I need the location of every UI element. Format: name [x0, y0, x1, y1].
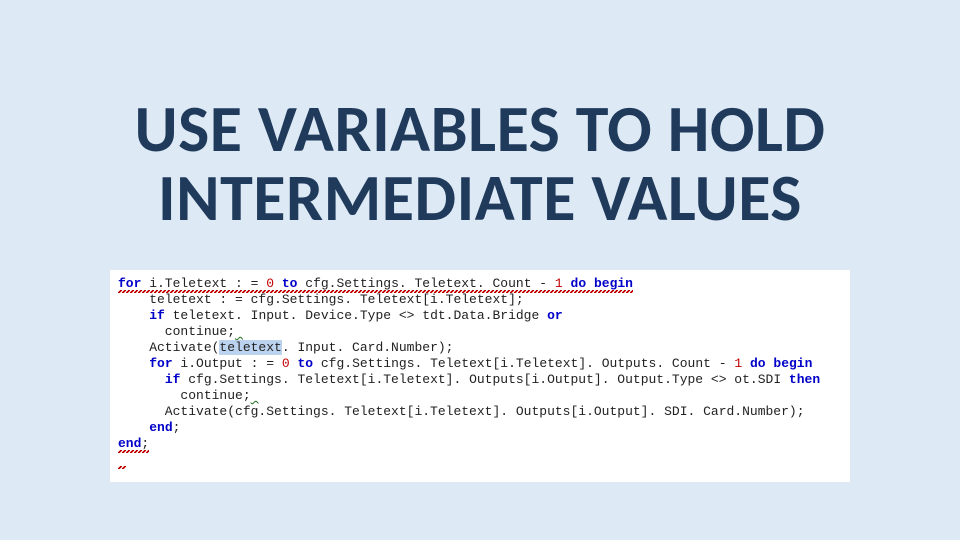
- code-line-2: teletext : = cfg.Settings. Teletext[i.Te…: [118, 292, 524, 307]
- code-line-1: for i.Teletext : = 0 to cfg.Settings. Te…: [118, 276, 633, 291]
- code-line-10: end;: [118, 420, 180, 435]
- code-line-4: continue;: [118, 324, 243, 339]
- keyword-to: to: [297, 356, 313, 371]
- keyword-if: if: [165, 372, 181, 387]
- code-line-3: if teletext. Input. Device.Type <> tdt.D…: [118, 308, 563, 323]
- code-line-6: for i.Output : = 0 to cfg.Settings. Tele…: [118, 356, 812, 371]
- keyword-begin: begin: [594, 276, 633, 291]
- keyword-for: for: [118, 276, 141, 291]
- code-line-12: [118, 452, 126, 467]
- code-line-5: Activate(teletext. Input. Card.Number);: [118, 340, 453, 355]
- keyword-end: end: [118, 436, 141, 451]
- spellcheck-squiggle: [251, 388, 259, 403]
- keyword-begin: begin: [773, 356, 812, 371]
- keyword-if: if: [149, 308, 165, 323]
- keyword-or: or: [547, 308, 563, 323]
- keyword-do: do: [750, 356, 766, 371]
- keyword-end: end: [149, 420, 172, 435]
- keyword-do: do: [571, 276, 587, 291]
- code-line-7: if cfg.Settings. Teletext[i.Teletext]. O…: [118, 372, 820, 387]
- slide-title: USE VARIABLES TO HOLD INTERMEDIATE VALUE…: [0, 0, 960, 233]
- code-line-8: continue;: [118, 388, 258, 403]
- keyword-then: then: [789, 372, 820, 387]
- code-line-9: Activate(cfg.Settings. Teletext[i.Telete…: [118, 404, 805, 419]
- code-line-11: end;: [118, 436, 149, 451]
- spellcheck-squiggle: [235, 324, 243, 339]
- slide: USE VARIABLES TO HOLD INTERMEDIATE VALUE…: [0, 0, 960, 540]
- title-line-2: INTERMEDIATE VALUES: [0, 163, 960, 232]
- highlighted-text: teletext: [219, 340, 281, 355]
- keyword-for: for: [149, 356, 172, 371]
- title-line-1: USE VARIABLES TO HOLD: [0, 94, 960, 163]
- keyword-to: to: [282, 276, 298, 291]
- code-panel: for i.Teletext : = 0 to cfg.Settings. Te…: [110, 270, 850, 482]
